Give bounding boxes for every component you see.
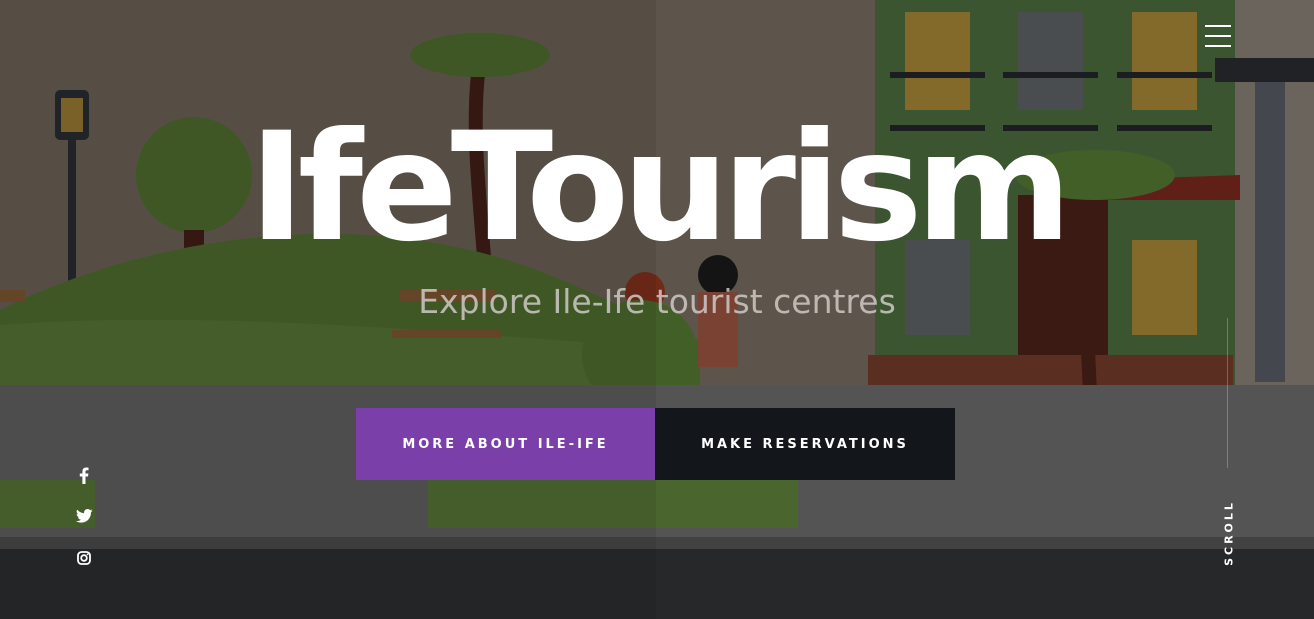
page-title: IfeTourism (248, 101, 1072, 275)
facebook-icon[interactable] (72, 463, 96, 487)
scroll-indicator-line (1227, 318, 1228, 468)
hamburger-menu-icon[interactable] (1205, 24, 1231, 48)
twitter-icon[interactable] (72, 504, 96, 528)
instagram-icon[interactable] (72, 546, 96, 570)
make-reservations-button[interactable]: MAKE RESERVATIONS (655, 408, 955, 480)
more-about-ile-ife-button[interactable]: MORE ABOUT ILE-IFE (356, 408, 655, 480)
hero-section: IfeTourism Explore Ile-Ife tourist centr… (0, 0, 1314, 619)
page-subtitle: Explore Ile-Ife tourist centres (418, 282, 896, 321)
scroll-label[interactable]: SCROLL (1223, 500, 1236, 566)
